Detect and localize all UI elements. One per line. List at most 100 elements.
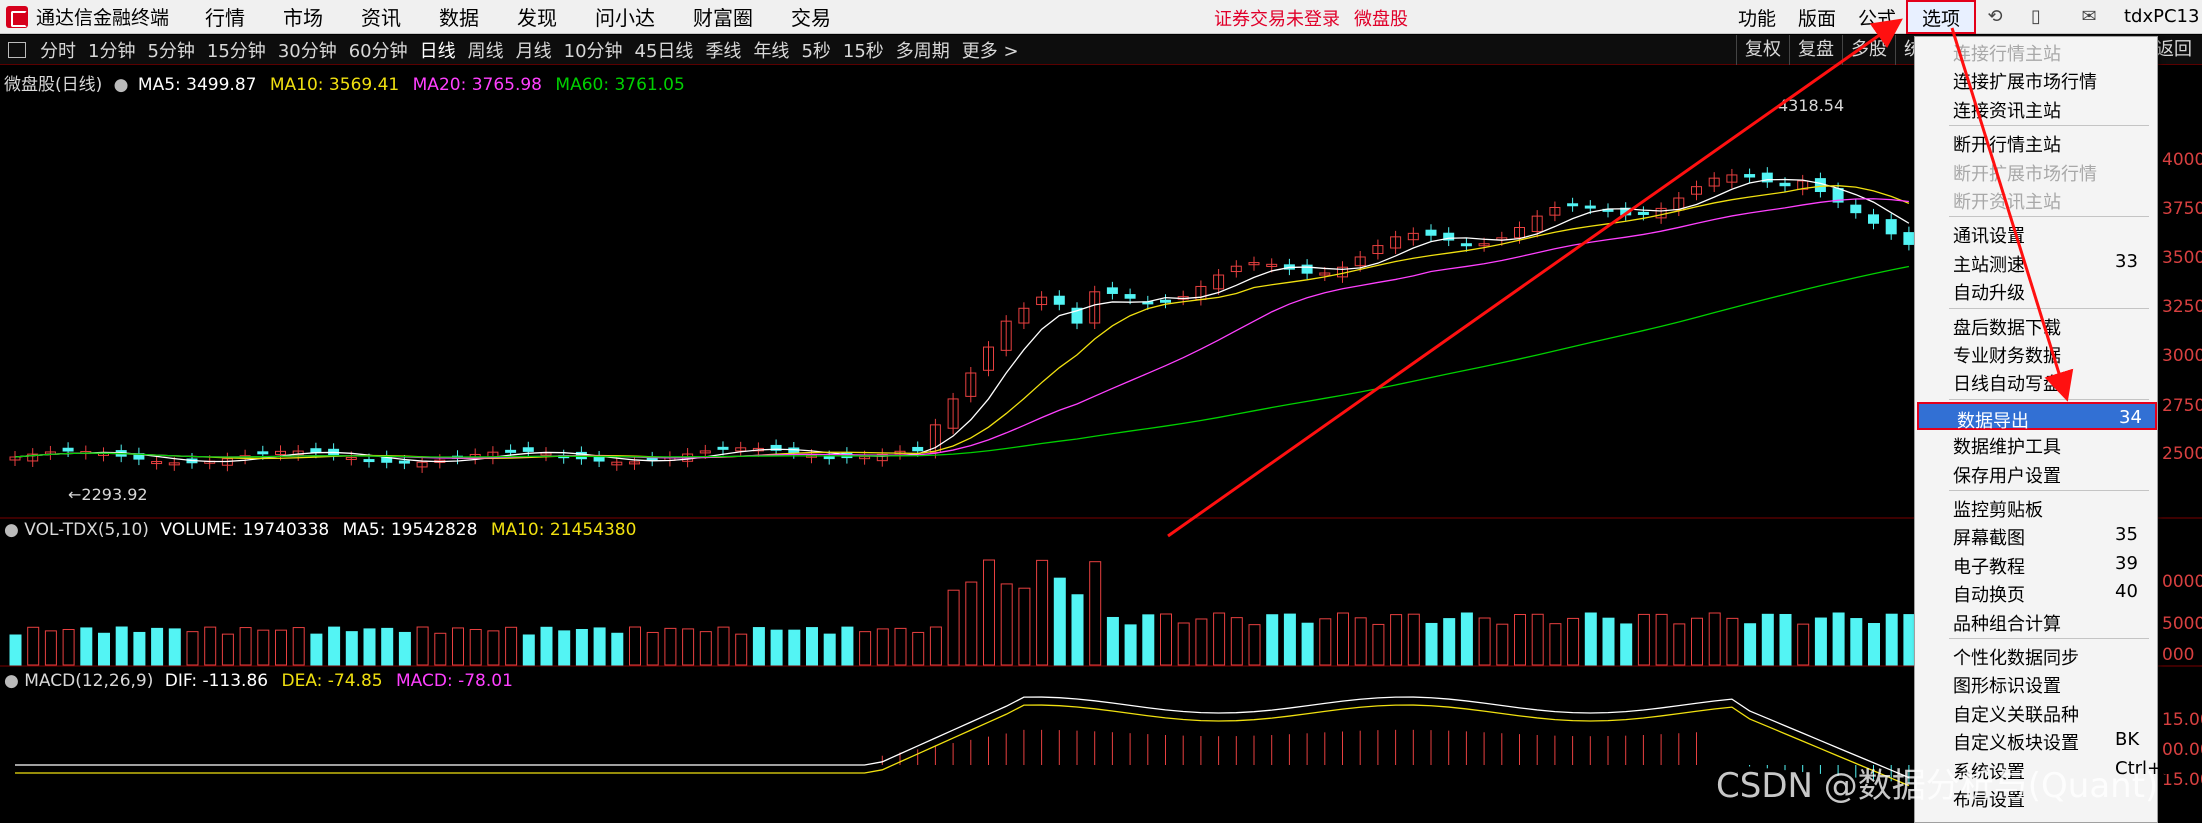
menu-item[interactable]: 发现 xyxy=(498,2,576,31)
settings-circle-icon[interactable]: ● xyxy=(114,75,129,95)
menu-item[interactable]: 交易 xyxy=(772,2,850,31)
menu-option[interactable]: 品种组合计算 xyxy=(1915,607,2159,635)
volume-bar xyxy=(894,627,907,666)
period-tab[interactable]: 年线 xyxy=(747,37,795,63)
candle xyxy=(1301,264,1313,274)
menu-option[interactable]: 主站测速 33 xyxy=(1915,248,2159,276)
menu-gongshi[interactable]: 公式 xyxy=(1858,4,1896,31)
menu-option[interactable]: 自动换页 40 xyxy=(1915,578,2159,606)
volume-bar xyxy=(1283,613,1296,666)
volume-bar xyxy=(983,559,995,666)
menu-option[interactable]: 连接资讯主站 xyxy=(1915,94,2159,122)
menu-item[interactable]: 资讯 xyxy=(342,2,420,31)
menu-item[interactable]: 财富圈 xyxy=(674,2,772,31)
menu-option[interactable]: 监控剪贴板 xyxy=(1915,493,2159,521)
volume-bar xyxy=(1531,613,1544,666)
phone-icon[interactable]: ▯ xyxy=(2025,6,2047,28)
axis-tick: 2750 xyxy=(2162,396,2202,416)
period-tab[interactable]: 1分钟 xyxy=(82,37,141,63)
menu-item[interactable]: 数据 xyxy=(420,2,498,31)
period-tab[interactable]: 季线 xyxy=(699,37,747,63)
volume-bar xyxy=(1160,613,1172,666)
volume-bar xyxy=(345,631,358,666)
volume-bar xyxy=(575,628,588,666)
period-tab[interactable]: 5分钟 xyxy=(141,37,200,63)
menu-option[interactable]: 断开资讯主站 xyxy=(1915,185,2159,213)
period-tab[interactable]: 45日线 xyxy=(629,37,700,63)
fupan-button[interactable]: 复盘 xyxy=(1789,35,1842,65)
candle xyxy=(717,446,729,450)
back-button[interactable]: 返回 xyxy=(2156,35,2192,65)
menu-option[interactable]: 数据维护工具 xyxy=(1915,430,2159,458)
volume-bar xyxy=(1868,623,1880,666)
volume-bar xyxy=(1602,617,1615,666)
volume-bar xyxy=(1213,612,1226,666)
period-tab[interactable]: 分时 xyxy=(34,37,82,63)
menu-item[interactable]: 行情 xyxy=(186,2,264,31)
refresh-icon[interactable]: ⟲ xyxy=(1984,6,2006,28)
menu-item[interactable]: 市场 xyxy=(264,2,342,31)
menu-option[interactable]: 自定义关联品种 xyxy=(1915,698,2159,726)
menu-option[interactable]: 个性化数据同步 xyxy=(1915,641,2159,669)
menu-option[interactable]: 断开扩展市场行情 xyxy=(1915,157,2159,185)
volume-bar xyxy=(1744,623,1757,666)
period-tab[interactable]: 5秒 xyxy=(795,37,836,63)
volume-bar xyxy=(186,631,199,666)
period-tab[interactable]: 10分钟 xyxy=(558,37,629,63)
period-tab[interactable]: 15秒 xyxy=(837,37,890,63)
dif-label: DIF: -113.86 xyxy=(164,671,269,691)
user-label[interactable]: tdxPC13 xyxy=(2124,6,2199,27)
mail-icon[interactable]: ✉ xyxy=(2078,6,2100,28)
settings-circle-icon[interactable]: ● xyxy=(4,520,19,540)
menu-option[interactable]: 专业财务数据 xyxy=(1915,339,2159,367)
period-tab[interactable]: 月线 xyxy=(510,37,558,63)
menu-option[interactable]: 屏幕截图 35 xyxy=(1915,521,2159,549)
volume-bar xyxy=(1248,624,1261,666)
volume-bar xyxy=(80,627,93,666)
settings-circle-icon[interactable]: ● xyxy=(4,671,19,691)
menu-option[interactable]: 日线自动写盘 xyxy=(1915,367,2159,395)
volume-bar xyxy=(328,626,341,666)
period-tab[interactable]: 日线 xyxy=(414,37,462,63)
period-tab[interactable]: 60分钟 xyxy=(343,37,414,63)
period-tab[interactable]: 15分钟 xyxy=(201,37,272,63)
menu-option[interactable]: 自定义板块设置 BK xyxy=(1915,726,2159,754)
menu-option[interactable]: 盘后数据下载 xyxy=(1915,311,2159,339)
menu-option[interactable]: 电子教程 39 xyxy=(1915,550,2159,578)
period-tab[interactable]: 周线 xyxy=(462,37,510,63)
axis-tick: 2500 xyxy=(2162,444,2202,464)
menu-gongneng[interactable]: 功能 xyxy=(1738,4,1776,31)
fuquan-button[interactable]: 复权 xyxy=(1736,35,1789,65)
period-tab[interactable]: 多周期 xyxy=(890,37,956,63)
menu-option[interactable]: 连接扩展市场行情 xyxy=(1915,65,2159,93)
trade-status[interactable]: 证券交易未登录 xyxy=(1214,9,1340,30)
menu-banmian[interactable]: 版面 xyxy=(1798,4,1836,31)
menu-option[interactable]: 连接行情主站 xyxy=(1915,37,2159,65)
volume-bar xyxy=(1390,614,1403,666)
menu-option-label: 专业财务数据 xyxy=(1953,346,2061,367)
volume-bar xyxy=(876,628,889,666)
menu-separator xyxy=(1949,125,2149,127)
menu-option[interactable]: 数据导出 34 xyxy=(1917,401,2157,432)
panel-toggle-icon[interactable] xyxy=(8,41,26,58)
menu-item[interactable]: 问小达 xyxy=(576,2,674,31)
high-price-label: 4318.54 xyxy=(1778,96,1845,115)
volume-bar xyxy=(416,626,429,666)
kline-chart[interactable] xyxy=(0,65,2202,823)
volume-bar xyxy=(1372,623,1385,666)
volume-bar xyxy=(965,581,978,666)
menu-option[interactable]: 断开行情主站 xyxy=(1915,128,2159,156)
login-notice: 证券交易未登录 微盘股 xyxy=(1214,5,1422,31)
menu-option[interactable]: 图形标识设置 xyxy=(1915,669,2159,697)
period-tab[interactable]: 30分钟 xyxy=(272,37,343,63)
volume-bar xyxy=(1514,614,1526,666)
menu-option[interactable]: 保存用户设置 xyxy=(1915,459,2159,487)
period-tab[interactable]: 更多 > xyxy=(956,37,1025,63)
menu-option-label: 日线自动写盘 xyxy=(1953,374,2061,396)
menu-option[interactable]: 通讯设置 xyxy=(1915,219,2159,247)
volume-bar xyxy=(823,633,836,666)
options-menu-button[interactable]: 选项 xyxy=(1906,0,1976,34)
menu-option[interactable]: 自动升级 xyxy=(1915,276,2159,304)
stock-name[interactable]: 微盘股 xyxy=(1354,9,1408,30)
duogu-button[interactable]: 多股 xyxy=(1842,35,1895,65)
